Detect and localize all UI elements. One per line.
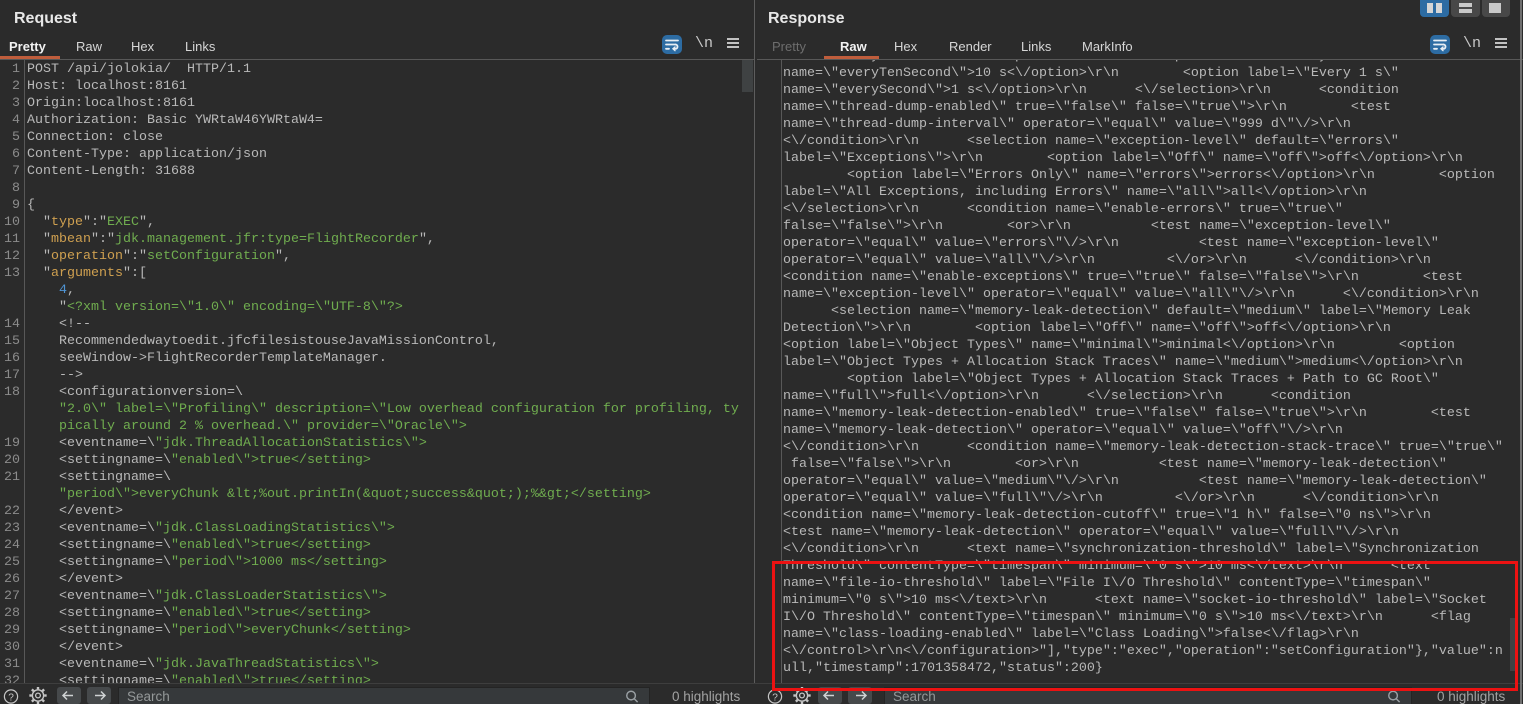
svg-text:?: ? (8, 692, 14, 703)
svg-text:?: ? (772, 692, 778, 703)
